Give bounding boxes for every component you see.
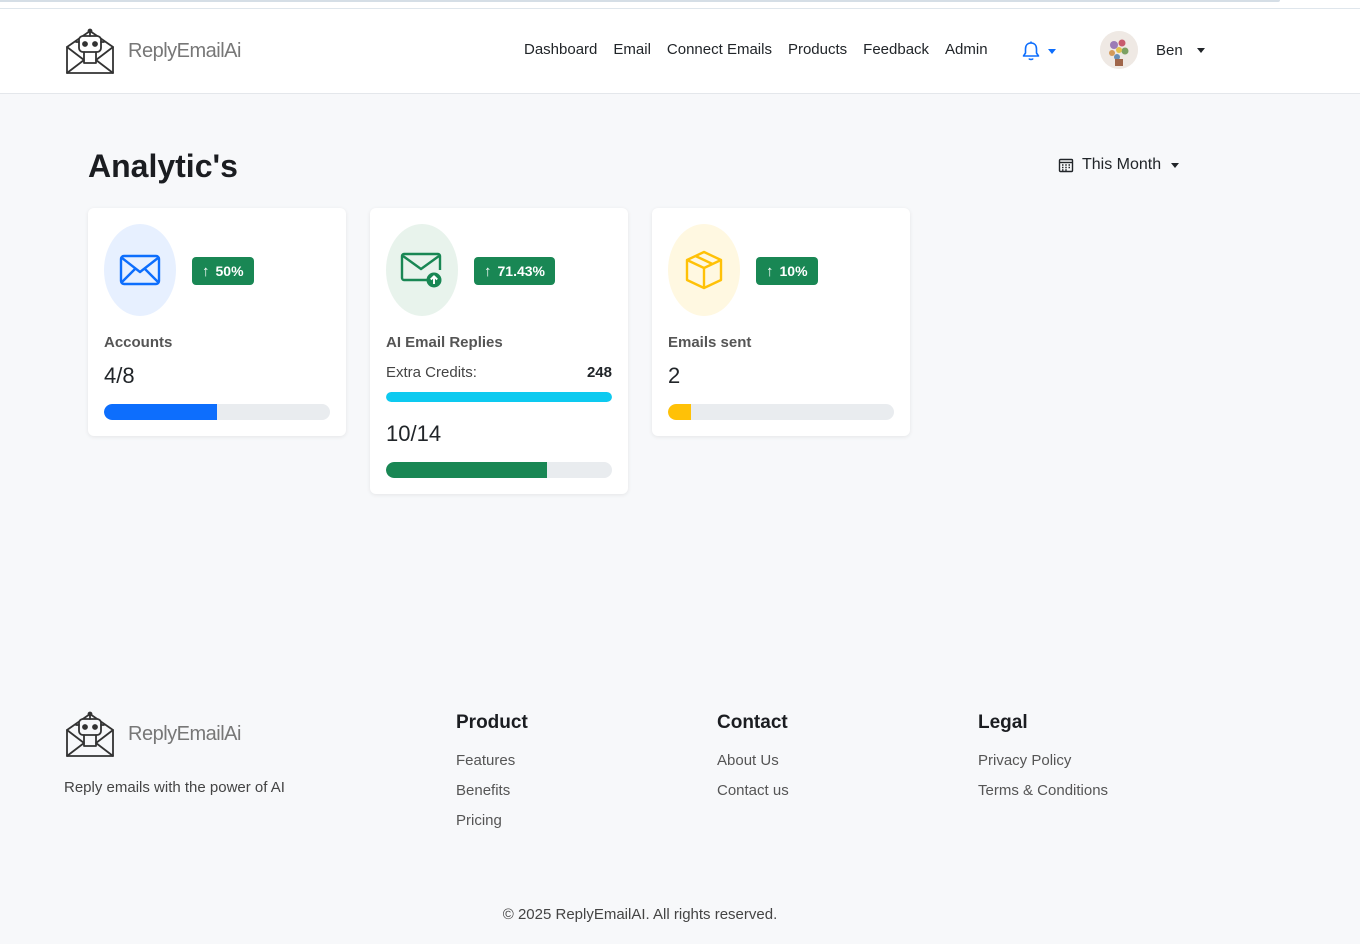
card-value: 10/14 xyxy=(386,421,442,446)
footer-link-contact-us[interactable]: Contact us xyxy=(717,782,789,799)
change-badge: ↑ 50% xyxy=(192,257,254,285)
change-value: 71.43% xyxy=(497,263,545,279)
envelope-icon xyxy=(119,254,161,286)
footer-link-terms[interactable]: Terms & Conditions xyxy=(978,782,1108,799)
footer-brand-link[interactable]: ReplyEmailAi xyxy=(64,708,241,760)
user-menu[interactable]: Ben xyxy=(1100,31,1205,69)
extra-credits-label: Extra Credits: xyxy=(386,364,477,381)
card-value: 4/8 xyxy=(104,363,135,388)
chevron-down-icon xyxy=(1171,162,1180,168)
footer-link-about-us[interactable]: About Us xyxy=(717,752,789,769)
brand-link[interactable]: ReplyEmailAi xyxy=(64,25,241,77)
progress-bar xyxy=(668,404,894,420)
card-label: Emails sent xyxy=(668,334,752,351)
extra-credits-value: 248 xyxy=(586,364,612,381)
card-label: Accounts xyxy=(104,334,173,351)
progress-fill xyxy=(104,404,217,420)
brand-name: ReplyEmailAi xyxy=(128,39,241,62)
stat-card-accounts: ↑ 50% Accounts 4/8 xyxy=(88,208,346,436)
footer-link-features[interactable]: Features xyxy=(456,752,528,769)
progress-fill xyxy=(386,392,612,402)
browser-top-strip xyxy=(0,0,1360,9)
navbar: ReplyEmailAi Dashboard Email Connect Ema… xyxy=(0,9,1360,94)
footer-column-product: Product Features Benefits Pricing xyxy=(456,712,528,842)
footer-column-title: Contact xyxy=(717,712,788,733)
calendar-icon xyxy=(1058,158,1074,173)
scroll-indicator xyxy=(0,0,1280,2)
envelope-arrow-up-icon xyxy=(400,252,442,288)
footer-link-pricing[interactable]: Pricing xyxy=(456,812,528,829)
footer-link-benefits[interactable]: Benefits xyxy=(456,782,528,799)
extra-credits-progress-bar xyxy=(386,392,612,402)
footer-column-contact: Contact About Us Contact us xyxy=(717,712,789,812)
box-icon xyxy=(685,250,723,290)
footer-tagline: Reply emails with the power of AI xyxy=(64,779,285,796)
arrow-up-icon: ↑ xyxy=(484,262,492,280)
icon-circle xyxy=(668,224,740,316)
user-name: Ben xyxy=(1156,41,1183,59)
icon-circle xyxy=(386,224,458,316)
stat-card-emails-sent: ↑ 10% Emails sent 2 xyxy=(652,208,910,436)
progress-bar xyxy=(386,462,612,478)
nav-dashboard[interactable]: Dashboard xyxy=(516,41,605,58)
change-value: 10% xyxy=(779,263,808,279)
change-value: 50% xyxy=(215,263,244,279)
nav-email[interactable]: Email xyxy=(605,41,659,58)
copyright: © 2025 ReplyEmailAI. All rights reserved… xyxy=(502,906,778,923)
progress-fill xyxy=(668,404,691,420)
nav-admin[interactable]: Admin xyxy=(937,41,996,58)
footer-link-privacy-policy[interactable]: Privacy Policy xyxy=(978,752,1108,769)
extra-credits-row: Extra Credits: 248 xyxy=(386,364,612,381)
footer-column-legal: Legal Privacy Policy Terms & Conditions xyxy=(978,712,1108,812)
card-label: AI Email Replies xyxy=(386,334,503,351)
progress-fill xyxy=(386,462,548,478)
stat-card-ai-replies: ↑ 71.43% AI Email Replies Extra Credits: … xyxy=(370,208,628,494)
footer-brand-name: ReplyEmailAi xyxy=(128,722,241,745)
footer-column-title: Legal xyxy=(978,712,1028,733)
period-label: This Month xyxy=(1082,156,1162,173)
progress-bar xyxy=(104,404,330,420)
avatar xyxy=(1100,31,1138,69)
main-nav: Dashboard Email Connect Emails Products … xyxy=(516,41,996,58)
notifications-dropdown[interactable] xyxy=(1020,40,1056,62)
chevron-down-icon xyxy=(1196,47,1205,53)
page-title: Analytic's xyxy=(88,148,238,184)
nav-feedback[interactable]: Feedback xyxy=(855,41,937,58)
robot-envelope-logo-icon xyxy=(66,28,114,74)
robot-envelope-logo-icon xyxy=(66,711,114,757)
arrow-up-icon: ↑ xyxy=(766,262,774,280)
footer-column-title: Product xyxy=(456,712,528,733)
arrow-up-icon: ↑ xyxy=(202,262,210,280)
change-badge: ↑ 71.43% xyxy=(474,257,555,285)
bell-icon xyxy=(1022,41,1040,61)
card-value: 2 xyxy=(668,363,681,388)
nav-connect-emails[interactable]: Connect Emails xyxy=(659,41,780,58)
change-badge: ↑ 10% xyxy=(756,257,818,285)
period-dropdown[interactable]: This Month xyxy=(1048,148,1190,182)
nav-products[interactable]: Products xyxy=(780,41,855,58)
chevron-down-icon xyxy=(1048,48,1056,54)
icon-circle xyxy=(104,224,176,316)
